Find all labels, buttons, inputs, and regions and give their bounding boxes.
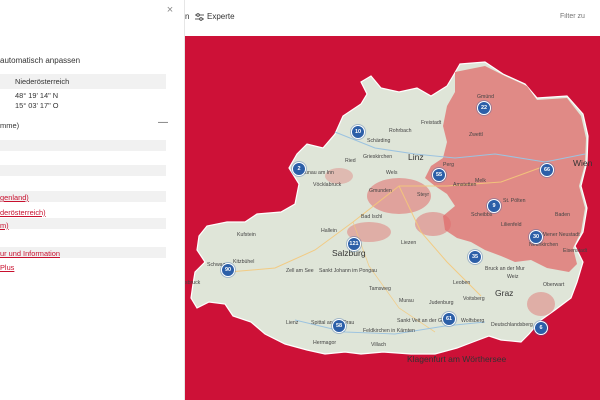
city-label-kufstein: Kufstein bbox=[237, 232, 256, 238]
side-panel: × automatisch anpassen Niederösterreich … bbox=[0, 0, 185, 400]
city-label-tamsweg: Tamsweg bbox=[369, 286, 391, 292]
tab-expert[interactable]: Experte bbox=[195, 12, 235, 21]
city-label-rohrbach: Rohrbach bbox=[389, 128, 412, 134]
auto-adjust-label[interactable]: automatisch anpassen bbox=[0, 56, 80, 65]
list-bar bbox=[0, 165, 166, 176]
map-canvas bbox=[190, 61, 589, 355]
city-label-scheibbs: Scheibbs bbox=[471, 212, 493, 218]
city-label-villach: Villach bbox=[371, 342, 387, 348]
cluster-marker[interactable]: 2 bbox=[292, 162, 306, 176]
city-label-baden: Baden bbox=[555, 212, 571, 218]
city-label-perg: Perg bbox=[443, 162, 454, 168]
city-label-zell-am-see: Zell am See bbox=[286, 268, 314, 274]
collapse-icon[interactable]: — bbox=[158, 117, 168, 128]
city-label-wels: Wels bbox=[386, 170, 398, 176]
cluster-marker[interactable]: 61 bbox=[442, 312, 456, 326]
city-label-bad-ischl: Bad Ischl bbox=[361, 214, 383, 220]
city-label-st-johann: Sankt Johann im Pongau bbox=[319, 268, 377, 274]
close-icon[interactable]: × bbox=[164, 4, 176, 16]
location-region-row: Niederösterreich bbox=[0, 74, 166, 89]
cluster-marker[interactable]: 9 bbox=[487, 199, 501, 213]
cluster-marker[interactable]: 55 bbox=[432, 168, 446, 182]
city-label-judenburg: Judenburg bbox=[429, 300, 454, 306]
heat-patch bbox=[527, 292, 555, 316]
city-label-eisenstadt: Eisenstadt bbox=[563, 248, 588, 254]
cluster-marker[interactable]: 66 bbox=[540, 163, 554, 177]
city-label-bruck: Bruck an der Mur bbox=[485, 266, 525, 272]
city-label-amstetten: Amstetten bbox=[453, 182, 477, 188]
city-label-voitsberg: Voitsberg bbox=[463, 296, 485, 302]
city-label-klagenfurt: Klagenfurt am Wörthersee bbox=[407, 354, 507, 364]
location-region: Niederösterreich bbox=[15, 77, 70, 86]
city-label-ried: Ried bbox=[345, 158, 356, 164]
app-root: n Experte × automatisch anpassen Niederö… bbox=[0, 0, 600, 400]
city-label-linz: Linz bbox=[408, 152, 424, 162]
city-label-st-poelten: St. Pölten bbox=[503, 198, 526, 204]
list-bar bbox=[0, 140, 166, 151]
city-label-deutschlandsberg: Deutschlandsberg bbox=[491, 322, 533, 328]
city-label-hermagor: Hermagor bbox=[313, 340, 337, 346]
city-label-weiz: Weiz bbox=[507, 274, 519, 280]
link-niederoesterreich[interactable]: derösterreich) bbox=[0, 208, 46, 217]
city-label-zwettl: Zwettl bbox=[469, 132, 483, 138]
link-kultur-information[interactable]: ur und Information bbox=[0, 249, 60, 258]
sliders-icon bbox=[195, 12, 204, 21]
city-label-oberwart: Oberwart bbox=[543, 282, 565, 288]
heat-patch bbox=[415, 212, 451, 236]
city-label-graz: Graz bbox=[495, 288, 514, 298]
city-label-leoben: Leoben bbox=[453, 280, 471, 286]
city-label-wolfsberg: Wolfsberg bbox=[461, 318, 485, 324]
city-label-feldkirchen: Feldkirchen in Kärnten bbox=[363, 328, 415, 334]
city-label-wien: Wien bbox=[573, 158, 593, 168]
cluster-marker[interactable]: 90 bbox=[221, 263, 235, 277]
cluster-marker[interactable]: 6 bbox=[534, 321, 548, 335]
city-label-lilienfeld: Lilienfeld bbox=[501, 222, 522, 228]
city-label-schaerding: Schärding bbox=[367, 138, 391, 144]
link-m[interactable]: m) bbox=[0, 221, 9, 230]
city-label-innsbruck: sbruck bbox=[185, 280, 201, 286]
city-label-voecklabruck: Vöcklabruck bbox=[313, 182, 342, 188]
link-plus[interactable]: Plus bbox=[0, 263, 14, 272]
cluster-marker[interactable]: 58 bbox=[332, 319, 346, 333]
cluster-marker[interactable]: 10 bbox=[351, 125, 365, 139]
city-label-kitzbuehel: Kitzbühel bbox=[233, 259, 255, 265]
tab-expert-label: Experte bbox=[207, 12, 235, 21]
city-label-steyr: Steyr bbox=[417, 192, 430, 198]
list-bar bbox=[0, 218, 166, 229]
city-label-lienz: Lienz bbox=[286, 320, 299, 326]
longitude-value: 15° 03' 17" O bbox=[15, 101, 59, 110]
top-toolbar: n Experte bbox=[185, 0, 600, 36]
city-label-gmuend: Gmünd bbox=[477, 94, 495, 100]
map-view[interactable]: Salzburg Linz Wien Graz Klagenfurt am Wö… bbox=[185, 36, 600, 400]
cluster-marker[interactable]: 121 bbox=[347, 237, 361, 251]
link-burgenland[interactable]: genland) bbox=[0, 193, 29, 202]
cluster-marker[interactable]: 30 bbox=[529, 230, 543, 244]
longitude-row: 15° 03' 17" O bbox=[0, 98, 166, 113]
section-title: mme) bbox=[0, 121, 20, 130]
city-label-melk: Melk bbox=[475, 178, 486, 184]
cluster-marker[interactable]: 22 bbox=[477, 101, 491, 115]
city-label-gmunden: Gmunden bbox=[369, 188, 392, 194]
filter-input[interactable] bbox=[560, 8, 600, 24]
city-label-murau: Murau bbox=[399, 298, 414, 304]
tab-partial[interactable]: n bbox=[185, 12, 189, 21]
city-label-freistadt: Freistadt bbox=[421, 120, 442, 126]
city-label-hallein: Hallein bbox=[321, 228, 337, 234]
city-label-wr-neustadt: Wiener Neustadt bbox=[541, 232, 580, 238]
city-label-grieskirchen: Grieskirchen bbox=[363, 154, 393, 160]
city-label-liezen: Liezen bbox=[401, 240, 417, 246]
cluster-marker[interactable]: 35 bbox=[468, 250, 482, 264]
